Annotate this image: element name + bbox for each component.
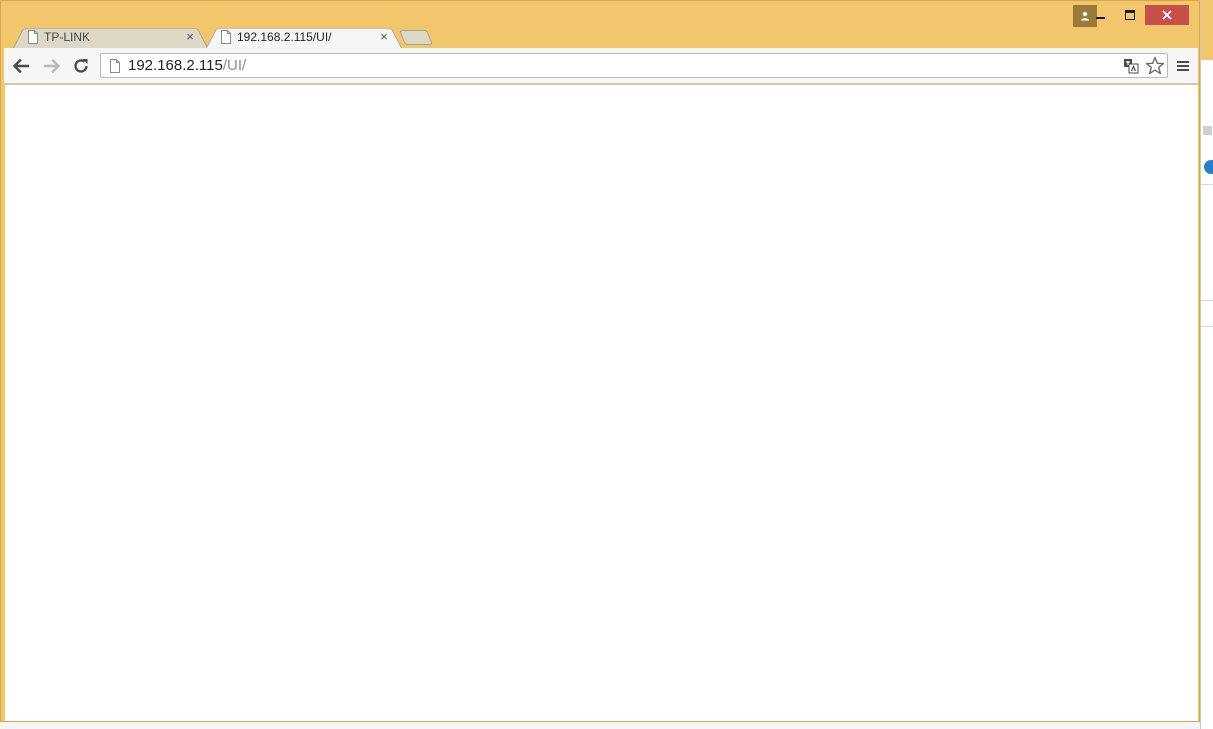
background-window-logo xyxy=(1204,160,1213,174)
background-window-divider xyxy=(1201,326,1213,327)
new-tab-button[interactable] xyxy=(398,30,434,45)
window-controls xyxy=(1085,5,1189,27)
page-icon xyxy=(28,29,38,44)
close-icon xyxy=(1162,10,1172,20)
back-button[interactable] xyxy=(10,55,32,77)
forward-arrow-icon xyxy=(43,58,61,74)
reload-icon xyxy=(74,59,88,73)
maximize-button[interactable] xyxy=(1115,5,1145,25)
tab-tp-link[interactable]: TP-LINK × xyxy=(13,25,208,48)
reload-button[interactable] xyxy=(70,55,92,77)
close-window-button[interactable] xyxy=(1145,5,1189,25)
background-window-divider xyxy=(1201,300,1213,301)
background-window xyxy=(1200,0,1213,729)
address-bar[interactable]: 192.168.2.115/UI/ xyxy=(100,53,1168,78)
background-window-divider xyxy=(1201,184,1213,185)
chrome-menu-button[interactable] xyxy=(1172,55,1194,77)
browser-window: TP-LINK × 192.168.2.115/UI/ × 192.168.2.… xyxy=(0,0,1200,722)
page-icon xyxy=(221,29,231,44)
background-window-frame xyxy=(1201,0,1213,60)
translate-button[interactable] xyxy=(1121,56,1141,76)
tab-title: 192.168.2.115/UI/ xyxy=(237,29,332,44)
close-icon[interactable]: × xyxy=(182,29,198,44)
star-icon xyxy=(1145,56,1165,75)
minimize-icon xyxy=(1095,17,1105,19)
back-arrow-icon xyxy=(12,58,30,74)
menu-icon xyxy=(1177,61,1189,71)
minimize-button[interactable] xyxy=(1085,5,1115,25)
title-bar[interactable]: TP-LINK × 192.168.2.115/UI/ × xyxy=(1,1,1199,49)
close-icon[interactable]: × xyxy=(376,29,392,44)
maximize-icon xyxy=(1125,10,1135,20)
page-content[interactable] xyxy=(5,85,1198,721)
url-text[interactable]: 192.168.2.115/UI/ xyxy=(128,57,246,74)
bookmark-star-button[interactable] xyxy=(1145,56,1165,76)
tab-title: TP-LINK xyxy=(44,29,91,44)
url-host: 192.168.2.115 xyxy=(128,57,223,74)
toolbar: 192.168.2.115/UI/ xyxy=(4,48,1198,84)
forward-button[interactable] xyxy=(41,55,63,77)
background-window-icon xyxy=(1203,126,1212,135)
tab-192-168-2-115[interactable]: 192.168.2.115/UI/ × xyxy=(206,25,402,48)
page-icon xyxy=(110,58,120,73)
url-path: /UI/ xyxy=(222,57,247,74)
translate-icon xyxy=(1124,59,1139,74)
